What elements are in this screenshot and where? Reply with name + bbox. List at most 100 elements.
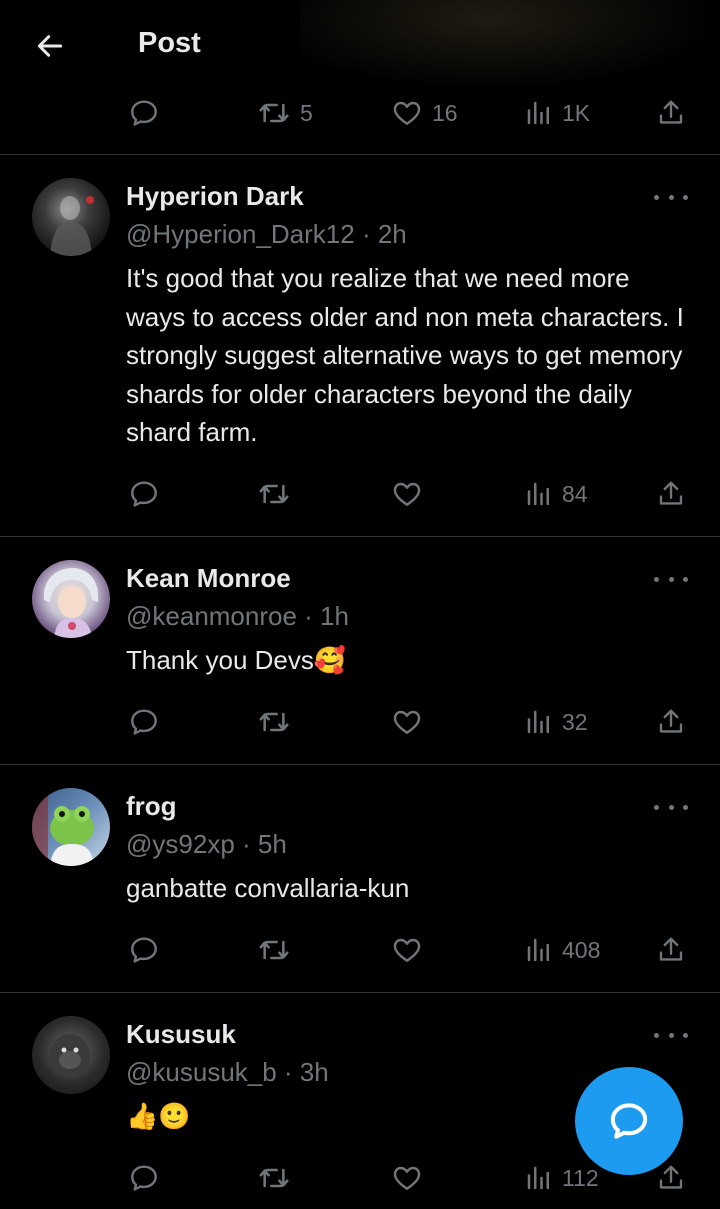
back-button[interactable] xyxy=(30,26,70,66)
repost-icon xyxy=(259,484,289,504)
share-button[interactable] xyxy=(656,88,686,138)
more-dot-icon xyxy=(683,1032,688,1038)
top-bar: Post xyxy=(0,0,720,92)
display-name[interactable]: frog xyxy=(126,791,177,822)
share-icon xyxy=(659,1165,683,1189)
avatar[interactable] xyxy=(32,560,110,638)
reply-bubble-icon xyxy=(610,1103,648,1139)
handle-timestamp[interactable]: @keanmonroe · 1h xyxy=(126,601,349,632)
more-options-button[interactable] xyxy=(654,569,688,589)
share-icon xyxy=(659,100,683,124)
views-button[interactable]: 32 xyxy=(524,697,588,747)
avatar[interactable] xyxy=(32,788,110,866)
reply-tweet[interactable]: Kean Monroe @keanmonroe · 1h Thank you D… xyxy=(0,537,720,764)
repost-button[interactable] xyxy=(256,469,292,519)
views-icon xyxy=(527,710,549,734)
heart-icon xyxy=(393,938,421,962)
avatar-dark-figure-image xyxy=(50,196,94,256)
reply-button[interactable] xyxy=(128,925,160,975)
display-name[interactable]: Kususuk xyxy=(126,1019,236,1050)
repost-button[interactable] xyxy=(256,1153,292,1203)
handle-timestamp[interactable]: @Hyperion_Dark12 · 2h xyxy=(126,219,407,250)
avatar-anime-girl-image xyxy=(43,568,99,638)
avatar-gorilla-image xyxy=(50,1034,90,1078)
reply-button[interactable] xyxy=(128,88,160,138)
display-name[interactable]: Kean Monroe xyxy=(126,563,291,594)
share-icon xyxy=(659,709,683,733)
heart-icon xyxy=(393,1166,421,1190)
repost-button[interactable] xyxy=(256,925,292,975)
like-button[interactable] xyxy=(390,469,424,519)
heart-icon xyxy=(393,101,421,125)
tweet-action-bar: 32 xyxy=(0,697,720,747)
post-action-bar: 5 16 1K xyxy=(0,88,720,138)
reply-icon xyxy=(131,100,157,126)
more-options-button[interactable] xyxy=(654,1025,688,1045)
header-glow xyxy=(300,0,720,92)
more-dot-icon xyxy=(683,194,688,200)
views-button[interactable]: 1K xyxy=(524,88,590,138)
share-icon xyxy=(659,937,683,961)
tweet-action-bar: 408 xyxy=(0,925,720,975)
views-count: 408 xyxy=(562,936,601,963)
avatar[interactable] xyxy=(32,1016,110,1094)
views-count: 1K xyxy=(562,99,591,126)
views-icon xyxy=(527,482,549,506)
more-dot-icon xyxy=(668,804,674,810)
repost-icon xyxy=(259,103,289,123)
reply-icon xyxy=(131,1165,157,1191)
reply-button[interactable] xyxy=(128,1153,160,1203)
like-button[interactable] xyxy=(390,1153,424,1203)
handle-timestamp[interactable]: @kususuk_b · 3h xyxy=(126,1057,329,1088)
like-button[interactable] xyxy=(390,697,424,747)
reply-button[interactable] xyxy=(128,697,160,747)
reply-icon xyxy=(131,937,157,963)
reply-icon xyxy=(131,481,157,507)
more-dot-icon xyxy=(654,804,659,810)
tweet-text: It's good that you realize that we need … xyxy=(126,263,684,448)
avatar-frog-image xyxy=(32,788,94,866)
views-icon xyxy=(527,938,549,962)
views-count: 112 xyxy=(562,1164,599,1191)
repost-icon xyxy=(259,1168,289,1188)
repost-button[interactable] xyxy=(256,697,292,747)
views-count: 32 xyxy=(562,708,588,735)
more-options-button[interactable] xyxy=(654,187,688,207)
tweet-action-bar: 84 xyxy=(0,469,720,519)
page-title: Post xyxy=(138,27,201,59)
more-options-button[interactable] xyxy=(654,797,688,817)
views-count: 84 xyxy=(562,480,588,507)
repost-icon xyxy=(259,940,289,960)
views-button[interactable]: 408 xyxy=(524,925,600,975)
reply-tweet[interactable]: Hyperion Dark @Hyperion_Dark12 · 2h It's… xyxy=(0,155,720,536)
more-dot-icon xyxy=(654,576,659,582)
heart-icon xyxy=(393,710,421,734)
reply-tweet[interactable]: frog @ys92xp · 5h ganbatte convallaria-k… xyxy=(0,765,720,992)
share-button[interactable] xyxy=(656,925,686,975)
reply-icon xyxy=(131,709,157,735)
like-button[interactable]: 16 xyxy=(390,88,458,138)
views-button[interactable]: 112 xyxy=(524,1153,599,1203)
avatar[interactable] xyxy=(32,178,110,256)
more-dot-icon xyxy=(654,1032,659,1038)
reply-button[interactable] xyxy=(128,469,160,519)
share-button[interactable] xyxy=(656,469,686,519)
more-dot-icon xyxy=(668,1032,674,1038)
views-icon xyxy=(527,1166,549,1190)
display-name[interactable]: Hyperion Dark xyxy=(126,181,304,212)
heart-icon xyxy=(393,482,421,506)
views-button[interactable]: 84 xyxy=(524,469,588,519)
like-count: 16 xyxy=(432,99,458,126)
compose-reply-button[interactable] xyxy=(575,1067,683,1175)
like-button[interactable] xyxy=(390,925,424,975)
share-button[interactable] xyxy=(656,697,686,747)
repost-icon xyxy=(259,712,289,732)
repost-button[interactable]: 5 xyxy=(256,88,313,138)
more-dot-icon xyxy=(683,804,688,810)
more-dot-icon xyxy=(683,576,688,582)
share-icon xyxy=(659,481,683,505)
more-dot-icon xyxy=(668,194,674,200)
handle-timestamp[interactable]: @ys92xp · 5h xyxy=(126,829,287,860)
views-icon xyxy=(527,101,549,125)
tweet-text: Thank you Devs🥰 xyxy=(126,645,347,675)
